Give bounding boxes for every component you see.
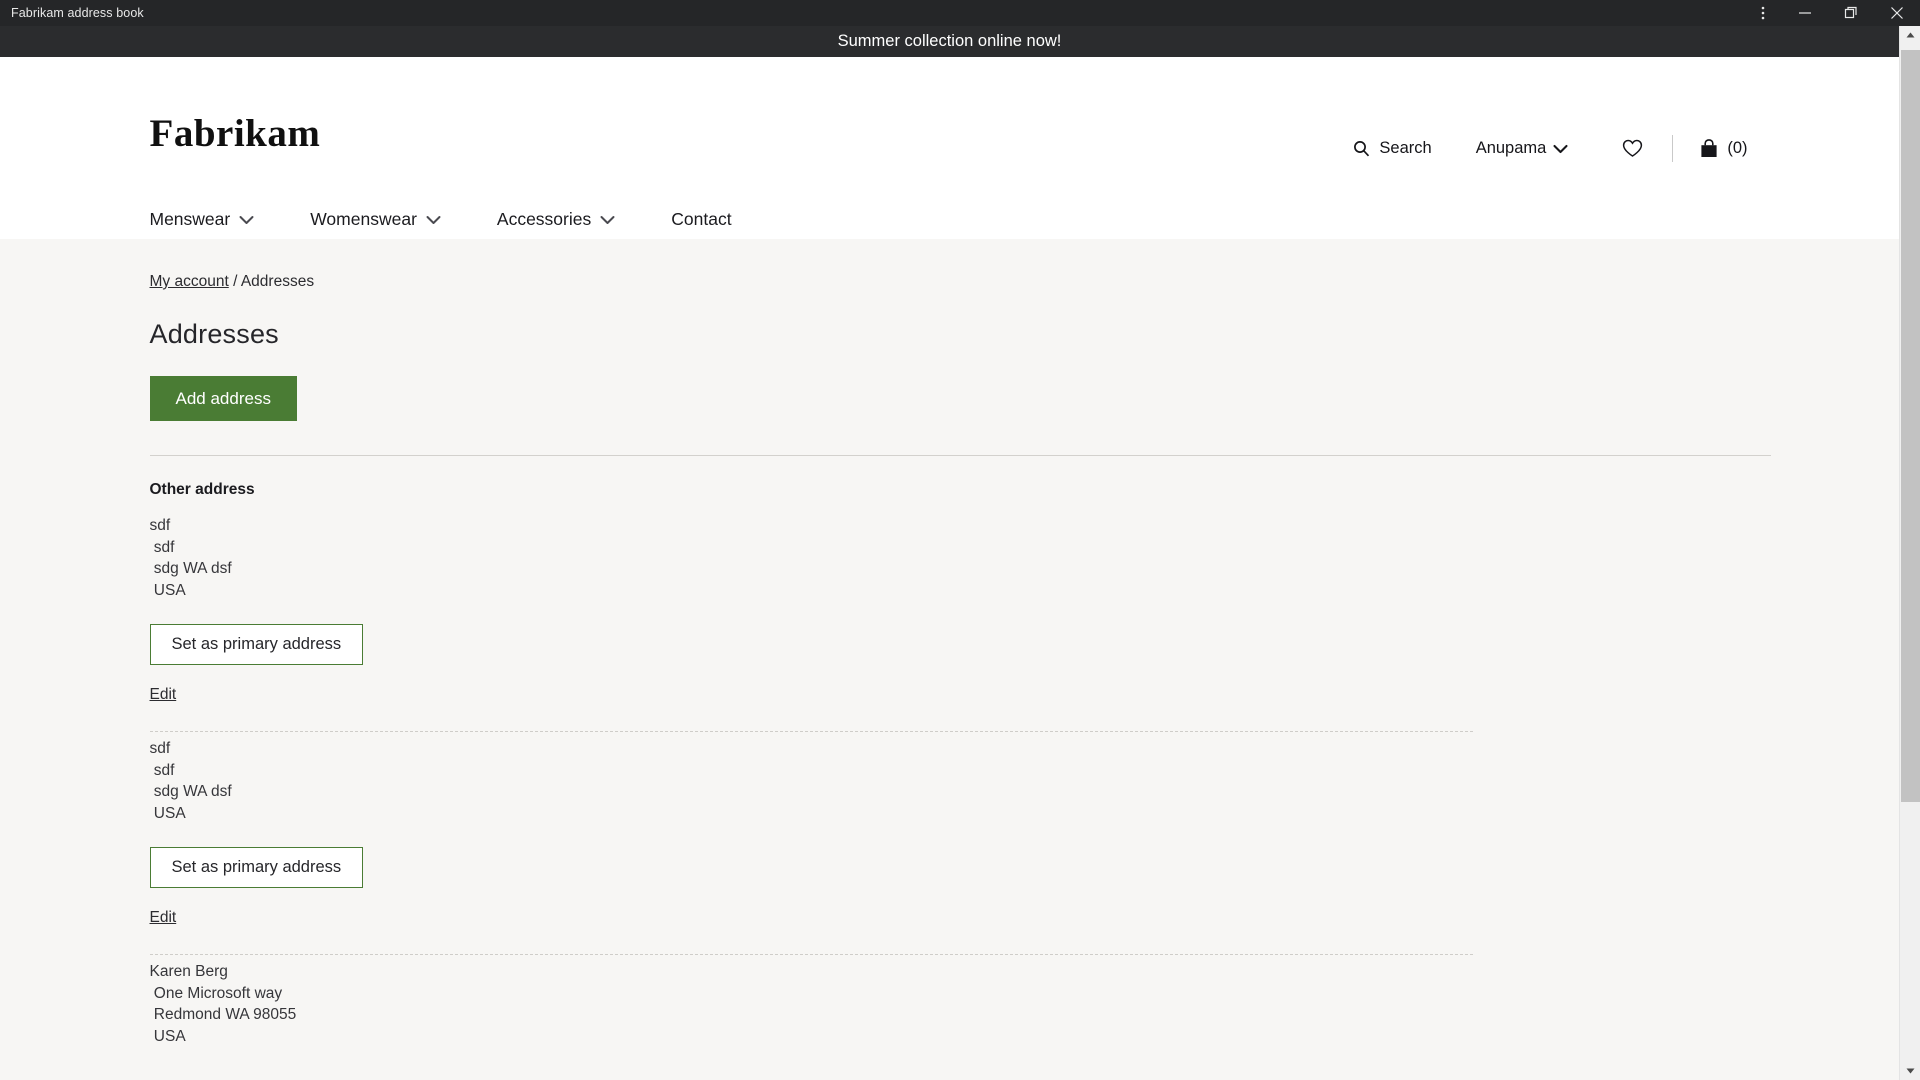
section-divider — [149, 455, 1771, 456]
search-button[interactable]: Search — [1353, 139, 1432, 158]
nav-item-menswear[interactable]: Menswear — [150, 209, 255, 230]
cart-count: (0) — [1727, 139, 1748, 157]
breadcrumb-my-account[interactable]: My account — [150, 273, 229, 290]
edit-address-link[interactable]: Edit — [150, 909, 177, 927]
window-titlebar: Fabrikam address book — [0, 0, 1920, 26]
nav-item-contact[interactable]: Contact — [671, 209, 731, 230]
window-controls — [1744, 0, 1920, 26]
scroll-up-arrow-icon[interactable] — [1900, 26, 1920, 44]
search-icon — [1353, 140, 1370, 157]
nav-label: Womenswear — [310, 209, 417, 229]
chevron-down-icon — [426, 209, 441, 230]
add-address-button[interactable]: Add address — [149, 376, 297, 421]
main-navigation: Menswear Womenswear Accessories Contact — [150, 209, 732, 230]
window-title: Fabrikam address book — [11, 6, 144, 20]
nav-label: Menswear — [149, 209, 231, 229]
breadcrumb-separator: / — [228, 273, 241, 290]
minimize-icon[interactable] — [1782, 0, 1828, 26]
heart-icon — [1622, 139, 1643, 158]
site-header: Fabrikam Search Anupama (0) Menswear Wom… — [0, 57, 1899, 239]
scrollbar-thumb[interactable] — [1901, 50, 1920, 802]
address-card: sdf sdf sdg WA dsf USA Set as primary ad… — [149, 732, 1760, 929]
address-phone: 4257058000 — [150, 1047, 1760, 1080]
breadcrumb: My account / Addresses — [150, 273, 1760, 291]
nav-label: Contact — [671, 209, 732, 229]
nav-item-accessories[interactable]: Accessories — [497, 209, 615, 230]
chevron-down-icon — [600, 209, 615, 230]
scrollbar-track[interactable] — [1900, 44, 1920, 1062]
breadcrumb-current: Addresses — [240, 273, 315, 290]
address-lines: sdf sdf sdg WA dsf USA — [149, 517, 232, 599]
address-lines: Karen Berg One Microsoft way Redmond WA … — [149, 963, 297, 1045]
main-content: My account / Addresses Addresses Add add… — [140, 239, 1771, 1080]
account-label: Anupama — [1475, 139, 1547, 157]
edit-address-link[interactable]: Edit — [150, 686, 177, 704]
more-options-icon[interactable] — [1744, 0, 1782, 26]
address-lines: sdf sdf sdg WA dsf USA — [149, 740, 232, 822]
header-utility-nav: Search Anupama (0) — [1353, 135, 1748, 162]
scroll-down-arrow-icon[interactable] — [1900, 1062, 1920, 1080]
account-menu[interactable]: Anupama — [1476, 139, 1569, 158]
nav-item-womenswear[interactable]: Womenswear — [310, 209, 441, 230]
address-card: Karen Berg One Microsoft way Redmond WA … — [150, 955, 1760, 1080]
chevron-down-icon — [1553, 144, 1568, 154]
web-page: Summer collection online now! Fabrikam S… — [0, 26, 1899, 1080]
site-logo[interactable]: Fabrikam — [150, 111, 321, 156]
wishlist-button[interactable] — [1622, 139, 1643, 158]
nav-label: Accessories — [496, 209, 592, 229]
promo-text: Summer collection online now! — [837, 32, 1062, 50]
address-card: sdf sdf sdg WA dsf USA Set as primary ad… — [149, 515, 1760, 706]
cart-button[interactable]: (0) — [1700, 139, 1748, 158]
close-icon[interactable] — [1874, 0, 1920, 26]
chevron-down-icon — [239, 209, 254, 230]
other-address-heading: Other address — [149, 481, 255, 498]
vertical-scrollbar[interactable] — [1899, 26, 1920, 1080]
header-divider — [1672, 135, 1674, 162]
shopping-bag-icon — [1700, 139, 1718, 158]
browser-viewport: Summer collection online now! Fabrikam S… — [0, 26, 1920, 1080]
set-primary-address-button[interactable]: Set as primary address — [149, 624, 364, 665]
promo-banner: Summer collection online now! — [0, 26, 1899, 57]
search-label: Search — [1379, 139, 1432, 157]
set-primary-address-button[interactable]: Set as primary address — [149, 847, 364, 888]
restore-icon[interactable] — [1828, 0, 1874, 26]
page-title: Addresses — [149, 319, 279, 349]
